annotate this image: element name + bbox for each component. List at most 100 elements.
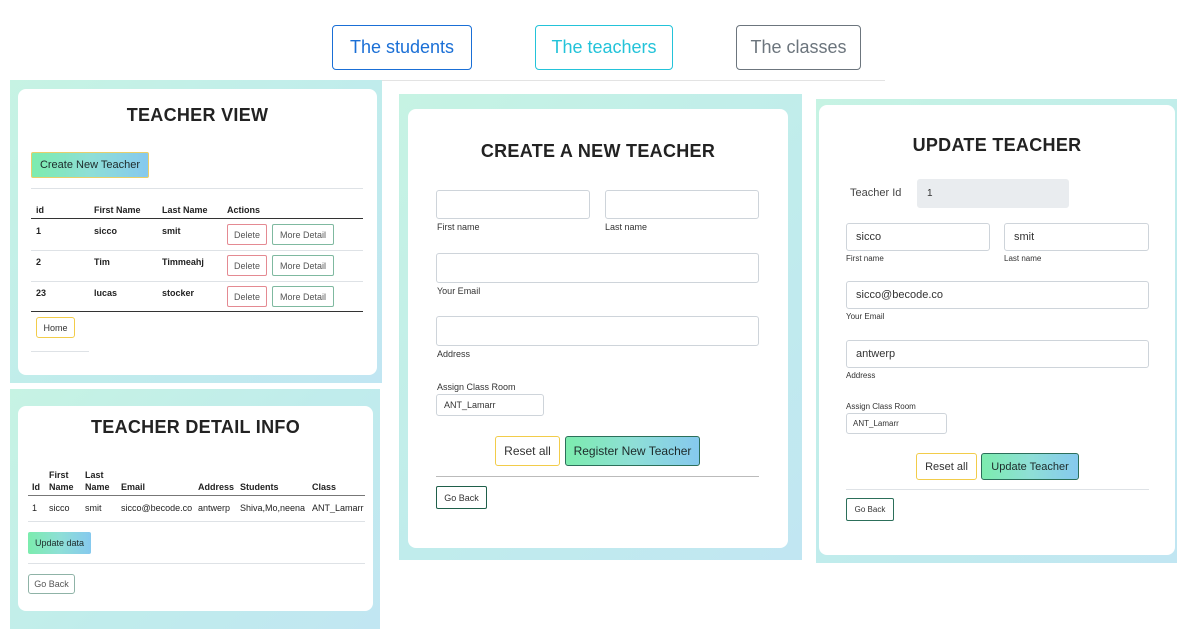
- go-back-button[interactable]: Go Back: [28, 574, 75, 594]
- top-navigation: The students The teachers The classes: [0, 0, 1200, 82]
- cell-last-name: stocker: [162, 288, 195, 298]
- first-name-input[interactable]: [436, 190, 590, 219]
- row-divider: [31, 281, 363, 282]
- col-header-last-name: Last Name: [162, 205, 208, 215]
- class-select[interactable]: ANT_Lamarr: [436, 394, 544, 416]
- register-new-teacher-button[interactable]: Register New Teacher: [565, 436, 700, 466]
- divider: [31, 188, 363, 189]
- delete-button[interactable]: Delete: [227, 255, 267, 276]
- address-value: antwerp: [856, 348, 896, 360]
- more-detail-button[interactable]: More Detail: [272, 224, 334, 245]
- address-label: Address: [437, 349, 471, 359]
- teacher-id-label: Teacher Id: [850, 187, 902, 199]
- last-name-label: Last name: [1004, 254, 1042, 263]
- last-name-input[interactable]: [605, 190, 759, 219]
- col-header-first-name: Name: [49, 482, 74, 492]
- table-header-line: [28, 495, 365, 496]
- last-name-label: Last name: [605, 222, 648, 232]
- address-label: Address: [846, 371, 876, 380]
- create-teacher-title: CREATE A NEW TEACHER: [480, 141, 716, 161]
- reset-all-button[interactable]: Reset all: [916, 453, 977, 480]
- home-button[interactable]: Home: [36, 317, 75, 338]
- email-input[interactable]: [436, 253, 759, 283]
- cell-address: antwerp: [198, 503, 231, 513]
- email-input[interactable]: sicco@becode.co: [846, 281, 1149, 309]
- first-name-label: First name: [437, 222, 480, 232]
- cell-class: ANT_Lamarr: [312, 503, 364, 513]
- table-bottom-line: [31, 311, 363, 312]
- col-header-address: Address: [198, 482, 235, 492]
- teacher-view-title: TEACHER VIEW: [126, 105, 269, 125]
- cell-id: 1: [36, 226, 42, 236]
- update-teacher-card: UPDATE TEACHER Teacher Id 1 sicco First …: [819, 105, 1175, 555]
- class-select[interactable]: ANT_Lamarr: [846, 413, 947, 434]
- assign-class-label: Assign Class Room: [846, 402, 916, 411]
- first-name-input[interactable]: sicco: [846, 223, 990, 251]
- teacher-detail-title: TEACHER DETAIL INFO: [90, 417, 301, 437]
- cell-first-name: lucas: [94, 288, 118, 298]
- divider: [28, 563, 365, 564]
- create-teacher-card: CREATE A NEW TEACHER First name Last nam…: [408, 109, 788, 548]
- divider: [436, 476, 759, 477]
- cell-first-name: Tim: [94, 257, 110, 267]
- go-back-button[interactable]: Go Back: [846, 498, 894, 521]
- reset-all-button[interactable]: Reset all: [495, 436, 560, 466]
- assign-class-label: Assign Class Room: [437, 382, 516, 392]
- table-header-line: [31, 218, 363, 219]
- email-value: sicco@becode.co: [856, 289, 943, 301]
- row-divider: [28, 521, 365, 522]
- cell-id: 2: [36, 257, 42, 267]
- divider: [31, 351, 89, 352]
- col-header-actions: Actions: [227, 205, 261, 215]
- more-detail-button[interactable]: More Detail: [272, 286, 334, 307]
- update-teacher-button[interactable]: Update Teacher: [981, 453, 1079, 480]
- teacher-id-value: 1: [927, 188, 933, 199]
- address-input[interactable]: [436, 316, 759, 346]
- cell-last-name: smit: [162, 226, 181, 236]
- col-header-id: Id: [32, 482, 40, 492]
- class-select-value: ANT_Lamarr: [853, 419, 899, 428]
- cell-first-name: sicco: [94, 226, 118, 236]
- go-back-button[interactable]: Go Back: [436, 486, 487, 509]
- cell-email: sicco@becode.co: [121, 503, 193, 513]
- nav-students-button[interactable]: The students: [332, 25, 472, 70]
- email-label: Your Email: [437, 286, 481, 296]
- cell-id: 23: [36, 288, 47, 298]
- col-header-last-name: Name: [85, 482, 110, 492]
- col-header-first-name: First Name: [94, 205, 141, 215]
- nav-classes-button[interactable]: The classes: [736, 25, 861, 70]
- nav-teachers-button[interactable]: The teachers: [535, 25, 673, 70]
- cell-students: Shiva,Mo,neena: [240, 503, 306, 513]
- teacher-view-card: TEACHER VIEW Create New Teacher id First…: [18, 89, 377, 375]
- cell-last-name: smit: [85, 503, 102, 513]
- teacher-detail-card: TEACHER DETAIL INFO Id First Name Last N…: [18, 406, 373, 611]
- more-detail-button[interactable]: More Detail: [272, 255, 334, 276]
- update-teacher-frame: UPDATE TEACHER Teacher Id 1 sicco First …: [816, 99, 1177, 563]
- teacher-view-frame: TEACHER VIEW Create New Teacher id First…: [10, 80, 382, 383]
- col-header-class: Class: [312, 482, 337, 492]
- col-header-first: First: [49, 470, 69, 480]
- email-label: Your Email: [846, 312, 885, 321]
- last-name-value: smit: [1014, 231, 1035, 243]
- col-header-students: Students: [240, 482, 279, 492]
- col-header-id: id: [36, 205, 44, 215]
- col-header-email: Email: [121, 482, 146, 492]
- first-name-label: First name: [846, 254, 884, 263]
- cell-id: 1: [32, 503, 38, 513]
- nav-divider: [330, 80, 885, 81]
- create-teacher-frame: CREATE A NEW TEACHER First name Last nam…: [399, 94, 802, 560]
- update-data-button[interactable]: Update data: [28, 532, 91, 554]
- row-divider: [31, 250, 363, 251]
- cell-last-name: Timmeahj: [162, 257, 204, 267]
- class-select-value: ANT_Lamarr: [444, 400, 496, 410]
- col-header-last: Last: [85, 470, 104, 480]
- delete-button[interactable]: Delete: [227, 286, 267, 307]
- create-new-teacher-button[interactable]: Create New Teacher: [31, 152, 149, 178]
- delete-button[interactable]: Delete: [227, 224, 267, 245]
- address-input[interactable]: antwerp: [846, 340, 1149, 368]
- divider: [846, 489, 1149, 490]
- first-name-value: sicco: [856, 231, 882, 243]
- teacher-id-input: 1: [917, 179, 1069, 208]
- last-name-input[interactable]: smit: [1004, 223, 1149, 251]
- update-teacher-title: UPDATE TEACHER: [912, 135, 1082, 155]
